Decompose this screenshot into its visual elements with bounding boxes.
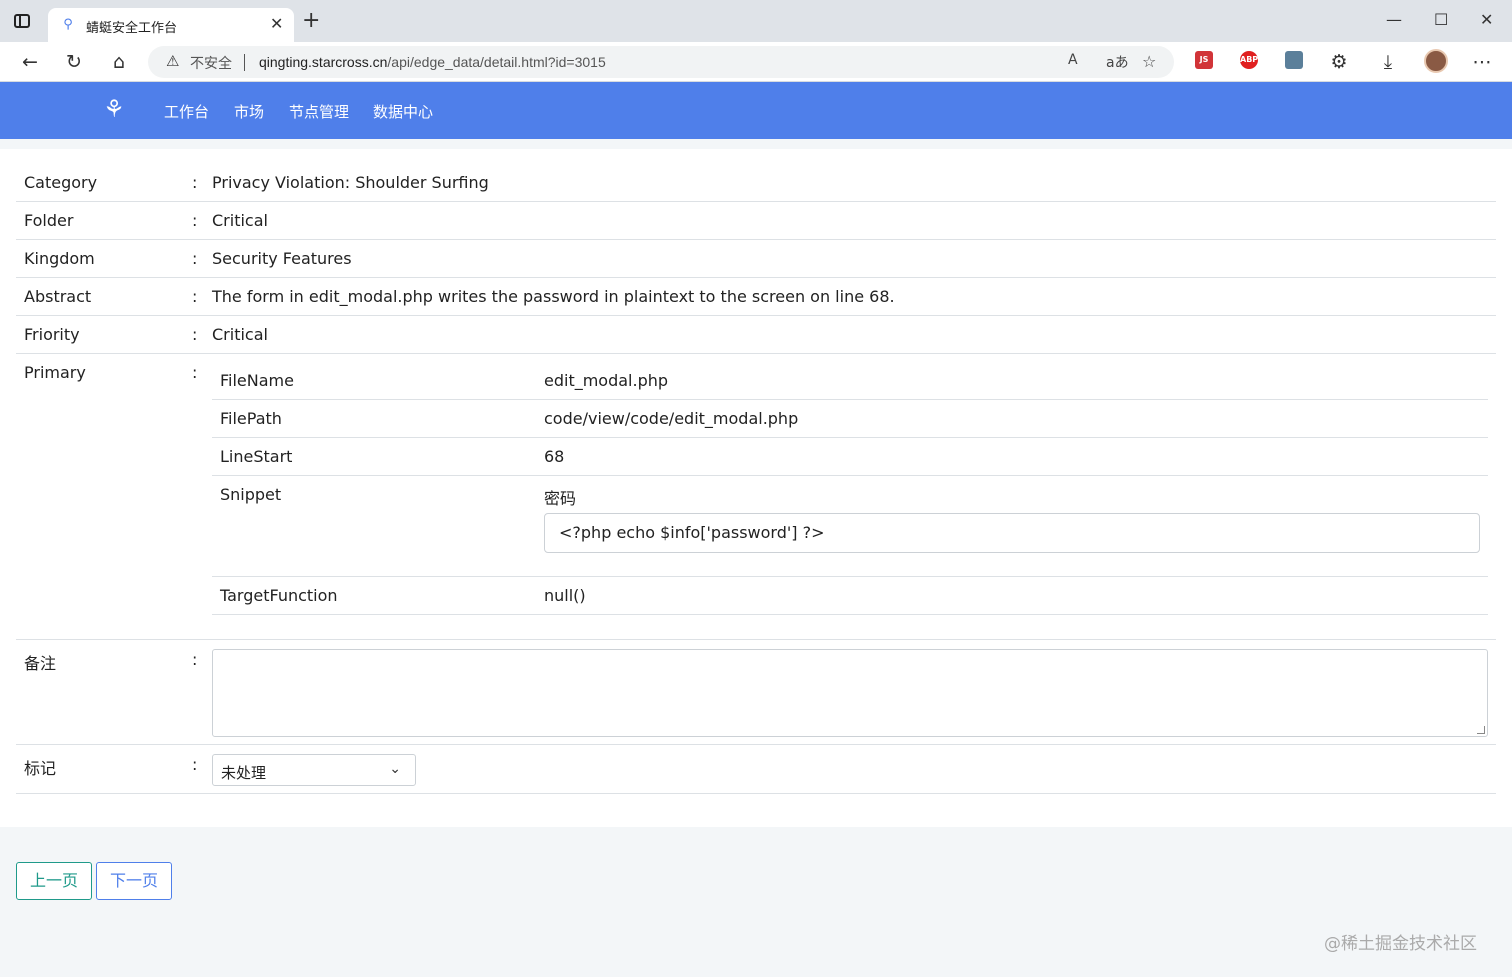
- primary-field-filename: FileName edit_modal.php: [212, 362, 1488, 400]
- field-value: code/view/code/edit_modal.php: [544, 409, 799, 428]
- row-label: Folder: [24, 211, 74, 230]
- field-value: null(): [544, 586, 586, 605]
- note-textarea[interactable]: [212, 649, 1488, 737]
- back-icon[interactable]: ←: [18, 50, 42, 74]
- row-label: 标记: [24, 759, 57, 778]
- browser-tab[interactable]: ⚲ 蜻蜓安全工作台 ✕: [48, 8, 294, 42]
- detail-row-priority: Friority : Critical: [16, 316, 1496, 354]
- row-value: Critical: [212, 211, 268, 230]
- page-extension-icon[interactable]: [1285, 51, 1303, 69]
- site-navbar: ⚘ 工作台 市场 节点管理 数据中心: [0, 82, 1512, 139]
- detail-row-category: Category : Privacy Violation: Shoulder S…: [16, 164, 1496, 202]
- home-icon[interactable]: ⌂: [107, 50, 131, 74]
- refresh-icon[interactable]: ↻: [62, 50, 86, 74]
- primary-field-targetfunction: TargetFunction null(): [212, 577, 1488, 615]
- row-colon: :: [192, 650, 198, 669]
- row-colon: :: [192, 325, 198, 344]
- select-value: 未处理: [221, 764, 267, 782]
- row-colon: :: [192, 249, 198, 268]
- field-value: 68: [544, 447, 565, 466]
- tab-title: 蜻蜓安全工作台: [86, 21, 178, 36]
- row-colon: :: [192, 173, 198, 192]
- detail-row-kingdom: Kingdom : Security Features: [16, 240, 1496, 278]
- translate-icon[interactable]: aあ: [1106, 52, 1129, 72]
- js-extension-icon[interactable]: JS: [1195, 51, 1213, 69]
- new-tab-icon[interactable]: +: [302, 10, 320, 32]
- detail-row-folder: Folder : Critical: [16, 202, 1496, 240]
- row-colon: :: [192, 363, 198, 382]
- mark-status-select[interactable]: 未处理 ⌄: [212, 754, 416, 786]
- field-value: 密码: [544, 489, 577, 508]
- detail-row-abstract: Abstract : The form in edit_modal.php wr…: [16, 278, 1496, 316]
- field-key: FilePath: [220, 409, 282, 428]
- avatar[interactable]: [1424, 49, 1448, 73]
- row-value: Critical: [212, 325, 268, 344]
- primary-field-filepath: FilePath code/view/code/edit_modal.php: [212, 400, 1488, 438]
- read-aloud-icon[interactable]: A: [1068, 52, 1078, 68]
- minimize-icon[interactable]: —: [1386, 8, 1402, 32]
- row-label: 备注: [24, 654, 57, 673]
- row-label: Friority: [24, 325, 80, 344]
- row-value: The form in edit_modal.php writes the pa…: [212, 287, 895, 306]
- tab-actions-icon[interactable]: [14, 14, 30, 28]
- more-menu-icon[interactable]: ⋯: [1470, 50, 1494, 74]
- adblock-extension-icon[interactable]: ABP: [1240, 51, 1258, 69]
- code-snippet-box: <?php echo $info['password'] ?>: [544, 513, 1480, 553]
- browser-toolbar: ← ↻ ⌂ ⚠ 不安全 qingting.starcross.cn/api/ed…: [0, 42, 1512, 82]
- maximize-icon[interactable]: ☐: [1434, 8, 1448, 32]
- row-label: Category: [24, 173, 98, 192]
- download-icon[interactable]: ⤓: [1376, 50, 1400, 74]
- window-close-icon[interactable]: ✕: [1480, 8, 1493, 32]
- next-page-button[interactable]: 下一页: [96, 862, 172, 900]
- favorite-add-icon[interactable]: ☆: [1142, 52, 1156, 71]
- row-label: Kingdom: [24, 249, 95, 268]
- url-path: /api/edge_data/detail.html?id=3015: [387, 54, 606, 70]
- dragonfly-logo-icon[interactable]: ⚘: [94, 94, 134, 126]
- prev-page-button[interactable]: 上一页: [16, 862, 92, 900]
- dragonfly-icon: ⚲: [63, 17, 73, 32]
- address-bar[interactable]: ⚠ 不安全 qingting.starcross.cn/api/edge_dat…: [148, 46, 1174, 78]
- primary-field-linestart: LineStart 68: [212, 438, 1488, 476]
- nav-item-node-management[interactable]: 节点管理: [289, 101, 349, 122]
- address-separator: [244, 54, 245, 71]
- extensions-puzzle-icon[interactable]: ⚙: [1327, 50, 1351, 74]
- browser-tab-strip: ⚲ 蜻蜓安全工作台 ✕ + — ☐ ✕: [0, 0, 1512, 42]
- row-colon: :: [192, 755, 198, 774]
- url-host: qingting.starcross.cn: [259, 54, 388, 70]
- row-label: Abstract: [24, 287, 92, 306]
- row-label: Primary: [24, 363, 86, 382]
- primary-field-snippet: Snippet 密码 <?php echo $info['password'] …: [212, 476, 1488, 577]
- row-colon: :: [192, 287, 198, 306]
- watermark: @稀土掘金技术社区: [1324, 934, 1477, 954]
- close-tab-icon[interactable]: ✕: [270, 14, 283, 34]
- nav-item-market[interactable]: 市场: [234, 101, 264, 122]
- resize-grip-icon[interactable]: [1477, 726, 1485, 734]
- row-value: Privacy Violation: Shoulder Surfing: [212, 173, 489, 192]
- warning-icon[interactable]: ⚠: [166, 52, 179, 70]
- field-key: TargetFunction: [220, 586, 338, 605]
- chevron-down-icon: ⌄: [389, 761, 401, 777]
- field-key: LineStart: [220, 447, 293, 466]
- insecure-label[interactable]: 不安全: [190, 53, 232, 73]
- nav-item-data-center[interactable]: 数据中心: [373, 101, 433, 122]
- nav-item-workbench[interactable]: 工作台: [164, 101, 209, 122]
- row-value: Security Features: [212, 249, 352, 268]
- field-key: FileName: [220, 371, 294, 390]
- field-value: edit_modal.php: [544, 371, 669, 390]
- row-colon: :: [192, 211, 198, 230]
- field-key: Snippet: [220, 485, 282, 504]
- url-text[interactable]: qingting.starcross.cn/api/edge_data/deta…: [259, 54, 606, 70]
